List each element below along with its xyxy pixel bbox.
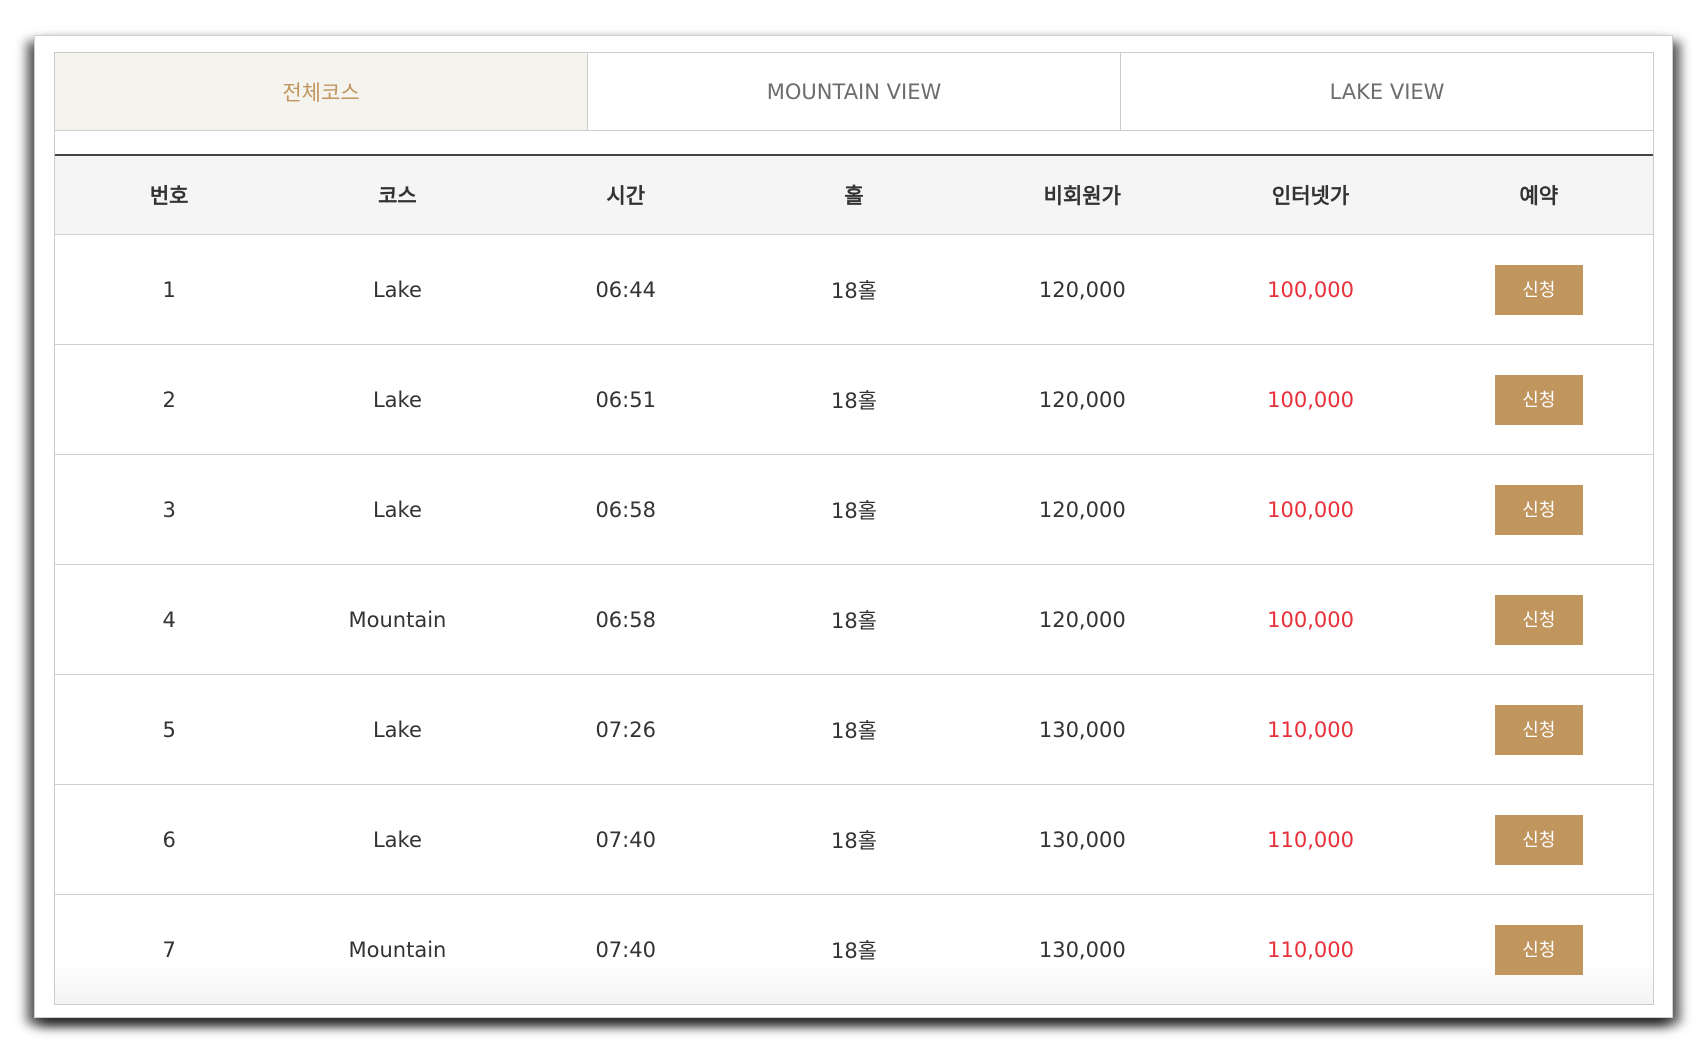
row-holes: 18홀: [739, 674, 969, 785]
row-reserve-cell: 신청: [1425, 895, 1653, 1005]
row-course: Lake: [283, 674, 512, 785]
row-nonmember-price: 120,000: [968, 234, 1197, 345]
row-holes: 18홀: [739, 454, 969, 565]
row-time: 06:58: [511, 454, 740, 565]
table-row: 7 Mountain 07:40 18홀 130,000 110,000 신청: [55, 894, 1653, 1005]
row-reserve-cell: 신청: [1424, 674, 1653, 785]
row-time: 06:51: [511, 344, 740, 455]
apply-button[interactable]: 신청: [1494, 374, 1583, 425]
row-internet-price: 110,000: [1196, 674, 1425, 785]
row-internet-price: 100,000: [1196, 454, 1425, 565]
apply-button[interactable]: 신청: [1494, 924, 1583, 975]
row-no: 3: [55, 454, 284, 565]
row-time: 06:44: [511, 234, 740, 345]
row-internet-price: 100,000: [1196, 564, 1425, 675]
row-nonmember-price: 130,000: [1038, 937, 1126, 962]
tab-mountain-view[interactable]: MOUNTAIN VIEW: [587, 53, 1120, 130]
row-no: 7: [162, 937, 176, 962]
row-time: 07:40: [595, 937, 656, 962]
row-reserve-cell: 신청: [1424, 784, 1653, 895]
table-body: 1 Lake 06:44 18홀 120,000 100,000 신청 2 La…: [55, 234, 1653, 1005]
booking-panel: 전체코스 MOUNTAIN VIEW LAKE VIEW 번호 코스 시간 홀 …: [34, 35, 1673, 1018]
row-reserve-cell: 신청: [1424, 344, 1653, 455]
row-holes: 18홀: [830, 938, 877, 963]
tee-time-table: 번호 코스 시간 홀 비회원가 인터넷가 예약 1 Lake 06:44 18홀: [55, 154, 1653, 1004]
table-header: 번호 코스 시간 홀 비회원가 인터넷가 예약: [55, 155, 1653, 235]
header-reserve: 예약: [1424, 155, 1653, 235]
row-no: 1: [55, 234, 284, 345]
booking-content: 전체코스 MOUNTAIN VIEW LAKE VIEW 번호 코스 시간 홀 …: [54, 52, 1654, 1005]
row-course: Lake: [283, 454, 512, 565]
table-row: 6 Lake 07:40 18홀 130,000 110,000 신청: [55, 784, 1653, 895]
header-internet-price: 인터넷가: [1196, 155, 1425, 235]
table-row: 5 Lake 07:26 18홀 130,000 110,000 신청: [55, 674, 1653, 785]
row-time: 07:40: [511, 784, 740, 895]
row-nonmember-price: 130,000: [968, 784, 1197, 895]
row-nonmember-price: 120,000: [968, 564, 1197, 675]
apply-button[interactable]: 신청: [1494, 484, 1583, 535]
row-course: Mountain: [348, 937, 447, 962]
row-reserve-cell: 신청: [1424, 234, 1653, 345]
table-row: 2 Lake 06:51 18홀 120,000 100,000 신청: [55, 344, 1653, 455]
header-holes: 홀: [739, 155, 969, 235]
row-course: Lake: [283, 344, 512, 455]
header-nonmember-price: 비회원가: [968, 155, 1197, 235]
row-holes: 18홀: [739, 344, 969, 455]
tee-time-table-wrapper: 번호 코스 시간 홀 비회원가 인터넷가 예약 1 Lake 06:44 18홀: [54, 131, 1654, 1005]
row-course: Lake: [283, 784, 512, 895]
table-row: 4 Mountain 06:58 18홀 120,000 100,000 신청: [55, 564, 1653, 675]
apply-button[interactable]: 신청: [1494, 814, 1583, 865]
row-course: Mountain: [283, 564, 512, 675]
row-no: 5: [55, 674, 284, 785]
table-row: 1 Lake 06:44 18홀 120,000 100,000 신청: [55, 234, 1653, 345]
row-holes: 18홀: [739, 564, 969, 675]
header-row: 번호 코스 시간 홀 비회원가 인터넷가 예약: [55, 155, 1653, 235]
row-reserve-cell: 신청: [1424, 454, 1653, 565]
apply-button[interactable]: 신청: [1494, 264, 1583, 315]
row-time: 07:26: [511, 674, 740, 785]
row-holes: 18홀: [739, 784, 969, 895]
row-nonmember-price: 130,000: [968, 674, 1197, 785]
header-course: 코스: [283, 155, 512, 235]
row-no: 2: [55, 344, 284, 455]
row-holes: 18홀: [739, 234, 969, 345]
row-nonmember-price: 120,000: [968, 344, 1197, 455]
row-no: 4: [55, 564, 284, 675]
row-internet-price: 110,000: [1196, 784, 1425, 895]
row-course: Lake: [283, 234, 512, 345]
tab-all-courses[interactable]: 전체코스: [55, 53, 587, 130]
row-internet-price: 100,000: [1196, 234, 1425, 345]
table-row: 3 Lake 06:58 18홀 120,000 100,000 신청: [55, 454, 1653, 565]
row-time: 06:58: [511, 564, 740, 675]
row-internet-price: 100,000: [1196, 344, 1425, 455]
row-reserve-cell: 신청: [1424, 564, 1653, 675]
header-time: 시간: [511, 155, 740, 235]
row-no: 6: [55, 784, 284, 895]
course-tabs: 전체코스 MOUNTAIN VIEW LAKE VIEW: [54, 52, 1654, 131]
row-nonmember-price: 120,000: [968, 454, 1197, 565]
apply-button[interactable]: 신청: [1494, 594, 1583, 645]
apply-button[interactable]: 신청: [1494, 704, 1583, 755]
row-internet-price: 110,000: [1267, 937, 1354, 962]
tab-lake-view[interactable]: LAKE VIEW: [1120, 53, 1653, 130]
header-no: 번호: [55, 155, 284, 235]
